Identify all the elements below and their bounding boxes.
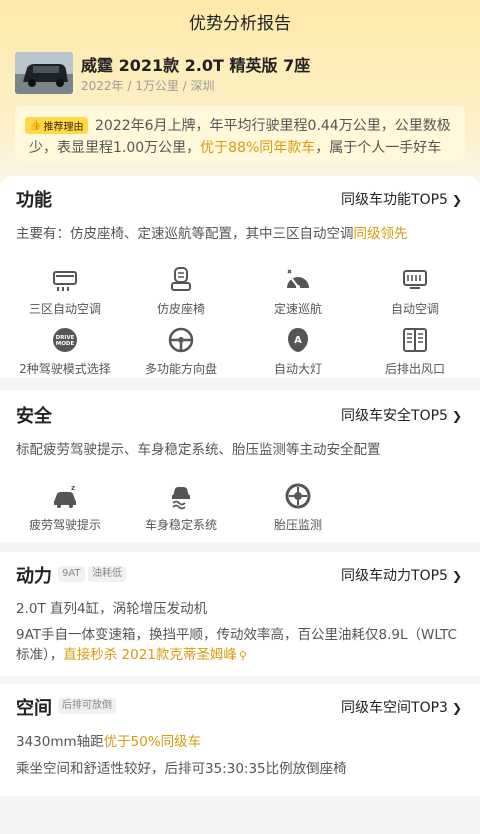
tag-low-fuel: 油耗低: [88, 566, 126, 582]
power-card: 动力 9AT 油耗低 同级车动力TOP5 ❯ 2.0T 直列4缸，涡轮增压发动机 …: [0, 552, 480, 676]
power-line-1: 2.0T 直列4缸，涡轮增压发动机: [16, 601, 208, 617]
svg-text:MODE: MODE: [56, 341, 75, 347]
recommend-line-1: 2022年6月上牌，年平均行驶里程0.44万公里，公里数极: [95, 118, 451, 134]
auto-ac-icon: [401, 266, 429, 294]
page-header: 优势分析报告: [0, 0, 480, 42]
tag-9at: 9AT: [58, 566, 85, 582]
space-card: 空间 后排可放倒 同级车空间TOP3 ❯ 3430mm轴距优于50%同级车 乘坐空…: [0, 684, 480, 796]
chevron-right-icon: ❯: [451, 701, 462, 715]
power-line-3: 标准），直接秒杀 2021款克蒂圣姆峰 ⚲: [16, 647, 247, 663]
thumbs-up-icon: 👍: [29, 120, 42, 131]
recommend-box: 👍 推荐理由 2022年6月上牌，年平均行驶里程0.44万公里，公里数极 少，表…: [15, 106, 465, 162]
svg-text:z: z: [71, 484, 75, 492]
safety-desc: 标配疲劳驾驶提示、车身稳定系统、胎压监测等主动安全配置: [16, 442, 381, 458]
power-title: 动力: [16, 566, 52, 587]
compare-link[interactable]: 直接秒杀 2021款克蒂圣姆峰 ⚲: [63, 647, 247, 663]
feature-cruise-control[interactable]: 定速巡航: [243, 266, 353, 317]
steering-wheel-icon: [167, 326, 195, 354]
headlight-icon: A: [284, 326, 312, 354]
feature-auto-ac[interactable]: 自动空调: [360, 266, 470, 317]
function-top5-link[interactable]: 同级车功能TOP5 ❯: [341, 189, 462, 209]
chevron-right-icon: ❯: [451, 409, 462, 423]
space-top3-link[interactable]: 同级车空间TOP3 ❯: [341, 697, 462, 717]
power-line-2: 9AT手自一体变速箱，换挡平顺，传动效率高，百公里油耗仅8.9L（WLTC: [16, 627, 457, 643]
stability-icon: [167, 482, 195, 510]
car-meta: 2022年 / 1万公里 / 深圳: [81, 79, 215, 93]
chevron-right-icon: ❯: [451, 569, 462, 583]
recommend-badge-label: 推荐理由: [43, 122, 84, 133]
function-desc: 主要有：仿皮座椅、定速巡航等配置，其中三区自动空调同级领先: [16, 226, 408, 242]
drive-mode-icon: DRIVE MODE: [51, 326, 79, 354]
cruise-icon: [284, 266, 312, 294]
safety-top5-link[interactable]: 同级车安全TOP5 ❯: [341, 405, 462, 425]
feature-auto-headlight[interactable]: A 自动大灯: [243, 326, 353, 377]
car-summary[interactable]: 威霆 2021款 2.0T 精英版 7座 2022年 / 1万公里 / 深圳: [15, 50, 465, 100]
chevron-right-icon: ❯: [451, 193, 462, 207]
car-thumbnail: [15, 52, 73, 94]
space-title: 空间: [16, 698, 52, 719]
function-card: 功能 同级车功能TOP5 ❯ 主要有：仿皮座椅、定速巡航等配置，其中三区自动空调同…: [0, 176, 480, 378]
feature-leather-seat[interactable]: 仿皮座椅: [126, 266, 236, 317]
search-icon: ⚲: [238, 649, 247, 662]
recommend-line-2: 少，表显里程1.00万公里，优于88%同年款车，属于个人一手好车: [29, 140, 442, 156]
recommend-badge: 👍 推荐理由: [25, 117, 89, 134]
power-top5-link[interactable]: 同级车动力TOP5 ❯: [341, 565, 462, 585]
ac-icon: [51, 266, 79, 294]
safety-card: 安全 同级车安全TOP5 ❯ 标配疲劳驾驶提示、车身稳定系统、胎压监测等主动安全配…: [0, 390, 480, 542]
car-name: 威霆 2021款 2.0T 精英版 7座: [81, 56, 311, 75]
feature-stability-system[interactable]: 车身稳定系统: [126, 482, 236, 533]
space-line-1: 3430mm轴距优于50%同级车: [16, 734, 202, 750]
space-line-2: 乘坐空间和舒适性较好，后排可35:30:35比例放倒座椅: [16, 761, 347, 777]
feature-three-zone-ac[interactable]: 三区自动空调: [10, 266, 120, 317]
tag-rear-fold: 后排可放倒: [58, 698, 116, 714]
tire-pressure-icon: [284, 482, 312, 510]
feature-fatigue-alert[interactable]: z 疲劳驾驶提示: [10, 482, 120, 533]
safety-title: 安全: [16, 406, 52, 427]
page-title: 优势分析报告: [189, 13, 291, 34]
feature-drive-mode[interactable]: DRIVE MODE 2种驾驶模式选择: [10, 326, 120, 377]
fatigue-icon: z: [51, 482, 79, 510]
feature-multifunction-wheel[interactable]: 多功能方向盘: [126, 326, 236, 377]
feature-rear-vent[interactable]: 后排出风口: [360, 326, 470, 377]
svg-text:A: A: [294, 335, 302, 346]
seat-icon: [167, 266, 195, 294]
feature-tire-pressure[interactable]: 胎压监测: [243, 482, 353, 533]
rear-vent-icon: [401, 326, 429, 354]
function-title: 功能: [16, 190, 52, 211]
